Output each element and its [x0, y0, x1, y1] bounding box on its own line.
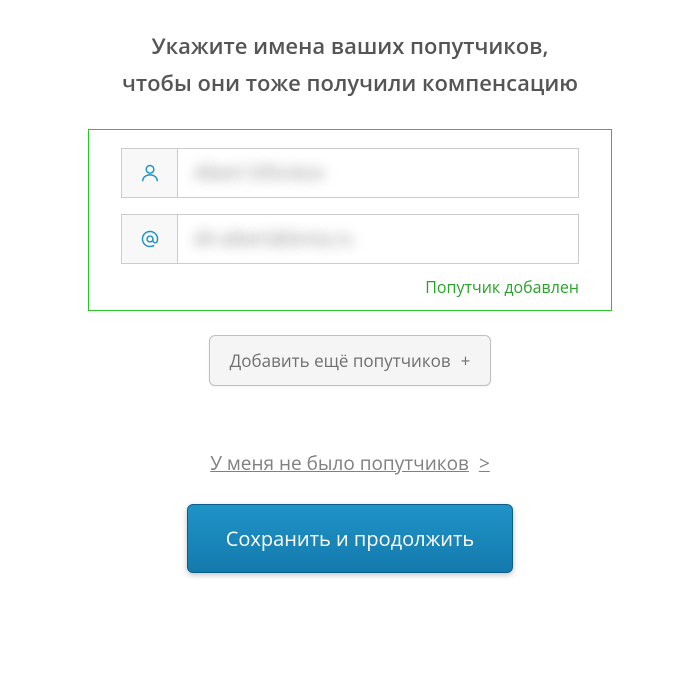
companion-added-status: Попутчик добавлен: [121, 276, 579, 298]
companion-email-field[interactable]: dh-albert@lenta.ru: [121, 214, 579, 264]
companion-email-value: dh-albert@lenta.ru: [178, 215, 578, 263]
save-continue-button[interactable]: Сохранить и продолжить: [187, 504, 513, 573]
no-companions-label: У меня не было попутчиков: [210, 450, 469, 476]
person-icon: [122, 149, 178, 197]
companion-card: Albert Difonkov dh-albert@lenta.ru Попут…: [88, 129, 612, 311]
heading-line-1: Укажите имена ваших попутчиков,: [0, 28, 700, 65]
companion-name-field[interactable]: Albert Difonkov: [121, 148, 579, 198]
at-icon: [122, 215, 178, 263]
plus-icon: +: [461, 349, 471, 372]
page-heading: Укажите имена ваших попутчиков, чтобы он…: [0, 28, 700, 103]
no-companions-link[interactable]: У меня не было попутчиков >: [210, 450, 490, 476]
add-more-companions-button[interactable]: Добавить ещё попутчиков +: [209, 335, 492, 386]
add-more-label: Добавить ещё попутчиков: [230, 349, 451, 372]
heading-line-2: чтобы они тоже получили компенсацию: [0, 65, 700, 102]
chevron-right-icon: >: [479, 450, 490, 476]
companion-name-value: Albert Difonkov: [178, 149, 578, 197]
save-continue-label: Сохранить и продолжить: [226, 525, 474, 552]
